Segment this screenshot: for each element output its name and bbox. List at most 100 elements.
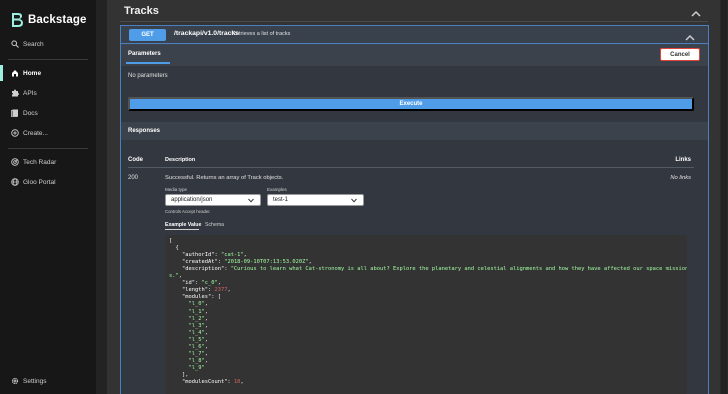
code-token: "l_1" (188, 308, 205, 315)
code-token: , (204, 329, 208, 336)
tab-underline (126, 62, 170, 64)
responses-bar: Responses (121, 122, 708, 140)
column-header-description: Description (165, 157, 196, 163)
code-line: "length": 2377, (182, 287, 231, 294)
code-line: "l_3", (189, 323, 208, 330)
code-token: "l_2" (188, 315, 205, 322)
code-token: , (243, 252, 247, 259)
code-token: , (204, 315, 208, 322)
sidebar-divider (8, 59, 88, 60)
method-badge: GET (129, 29, 166, 41)
code-line: "id": "c_0", (182, 280, 221, 287)
code-token: , (204, 308, 208, 315)
sidebar-item-home[interactable]: Home (0, 63, 96, 83)
code-token: 2377 (214, 287, 228, 294)
code-token: "l_5" (188, 336, 205, 343)
code-line: "l_8", (189, 358, 208, 365)
example-code-block[interactable]: [ {"authorId": "cat-1", "createdAt": "2018… (165, 235, 687, 394)
code-line: ], (182, 372, 189, 379)
code-line: "modulesCount": 10, (182, 379, 244, 386)
backstage-logo-icon (12, 13, 23, 27)
sidebar-item-label: Gloo Portal (23, 178, 56, 186)
tab-example-value[interactable]: Example Value (165, 222, 201, 228)
code-token: , (204, 322, 208, 329)
radar-icon (10, 158, 19, 167)
sidebar-item-create[interactable]: Create... (0, 123, 96, 143)
code-token: "id": (182, 280, 202, 287)
code-line: [ (169, 238, 172, 245)
sidebar-edge (96, 0, 107, 394)
code-line: "authorId": "cat-1", (182, 252, 247, 259)
chevron-down-icon (351, 198, 357, 203)
sidebar-item-gloo-portal[interactable]: Gloo Portal (0, 172, 96, 192)
code-token: "authorId": (182, 252, 221, 259)
sidebar-item-label: APIs (23, 89, 37, 97)
sidebar-item-search[interactable]: Search (0, 34, 96, 54)
sidebar-item-docs[interactable]: Docs (0, 103, 96, 123)
responses-table: Code Description Links 200 Successful. R… (121, 140, 708, 394)
code-token: , (204, 350, 208, 357)
code-line: "l_9" (189, 365, 205, 372)
code-token: "l_0" (188, 301, 205, 308)
code-line: "l_4", (189, 330, 208, 337)
media-type-label: Media type (165, 187, 188, 192)
sidebar-item-label: Docs (23, 109, 38, 117)
code-token: "c_0" (201, 280, 218, 287)
code-line: "l_6", (189, 344, 208, 351)
add-circle-icon (10, 129, 19, 138)
sidebar-divider (8, 148, 88, 149)
search-icon (10, 40, 19, 49)
examples-value: test-1 (273, 197, 289, 203)
operation-block: GET /trackapi/v1.0/tracks Retrieves a li… (120, 25, 709, 394)
response-links: No links (670, 175, 691, 181)
parameters-bar: Parameters Cancel (121, 45, 708, 66)
sidebar: Backstage Search Home APIs Docs Create..… (0, 0, 96, 394)
examples-select[interactable]: test-1 (267, 194, 364, 206)
code-token: , (204, 336, 208, 343)
cancel-button[interactable]: Cancel (660, 48, 700, 61)
tab-parameters[interactable]: Parameters (128, 51, 161, 57)
code-line: s.", (169, 273, 182, 280)
code-token: , (217, 280, 221, 287)
code-line: "l_0", (189, 301, 208, 308)
tab-schema[interactable]: Schema (205, 222, 224, 228)
code-token: , (178, 273, 182, 280)
media-type-value: application/json (171, 197, 213, 203)
column-header-code: Code (128, 157, 143, 163)
scrollbar[interactable] (720, 0, 728, 394)
sidebar-item-settings[interactable]: Settings (0, 373, 96, 389)
code-token: , (240, 379, 244, 385)
code-token: "modulesCount": (182, 379, 234, 385)
backstage-logo[interactable]: Backstage (10, 12, 86, 28)
operation-header[interactable]: GET /trackapi/v1.0/tracks Retrieves a li… (121, 26, 708, 44)
execute-button[interactable]: Execute (128, 97, 694, 111)
sidebar-item-apis[interactable]: APIs (0, 83, 96, 103)
code-token: "modules": [ (182, 294, 221, 301)
table-header-divider (128, 167, 694, 168)
sidebar-item-tech-radar[interactable]: Tech Radar (0, 152, 96, 172)
code-line: { (176, 245, 179, 252)
chevron-up-icon[interactable] (690, 6, 702, 17)
scrollbar-thumb[interactable] (721, 0, 727, 394)
code-token: , (204, 343, 208, 350)
extension-icon (10, 89, 19, 98)
sidebar-item-label: Tech Radar (23, 158, 57, 166)
code-token: "l_8" (188, 357, 205, 364)
code-token: "l_3" (188, 322, 205, 329)
no-parameters-text: No parameters (128, 73, 168, 79)
code-line: "l_1", (189, 309, 208, 316)
app-name: Backstage (28, 14, 87, 26)
code-token: "l_6" (188, 343, 205, 350)
media-type-select[interactable]: application/json (165, 194, 261, 206)
code-line: "createdAt": "2018-09-10T07:13:53.020Z", (182, 259, 312, 266)
code-token: "l_7" (188, 350, 205, 357)
sidebar-item-label: Settings (23, 377, 47, 385)
sidebar-item-label: Search (23, 40, 44, 48)
code-token: ], (182, 371, 189, 378)
response-description: Successful. Returns an array of Track ob… (165, 175, 284, 181)
code-token: "l_9" (188, 364, 205, 371)
section-title: Tracks (124, 5, 159, 17)
code-token: "2018-09-10T07:13:53.020Z" (224, 259, 309, 266)
code-token: , (308, 259, 312, 266)
sidebar-item-label: Home (23, 69, 42, 77)
